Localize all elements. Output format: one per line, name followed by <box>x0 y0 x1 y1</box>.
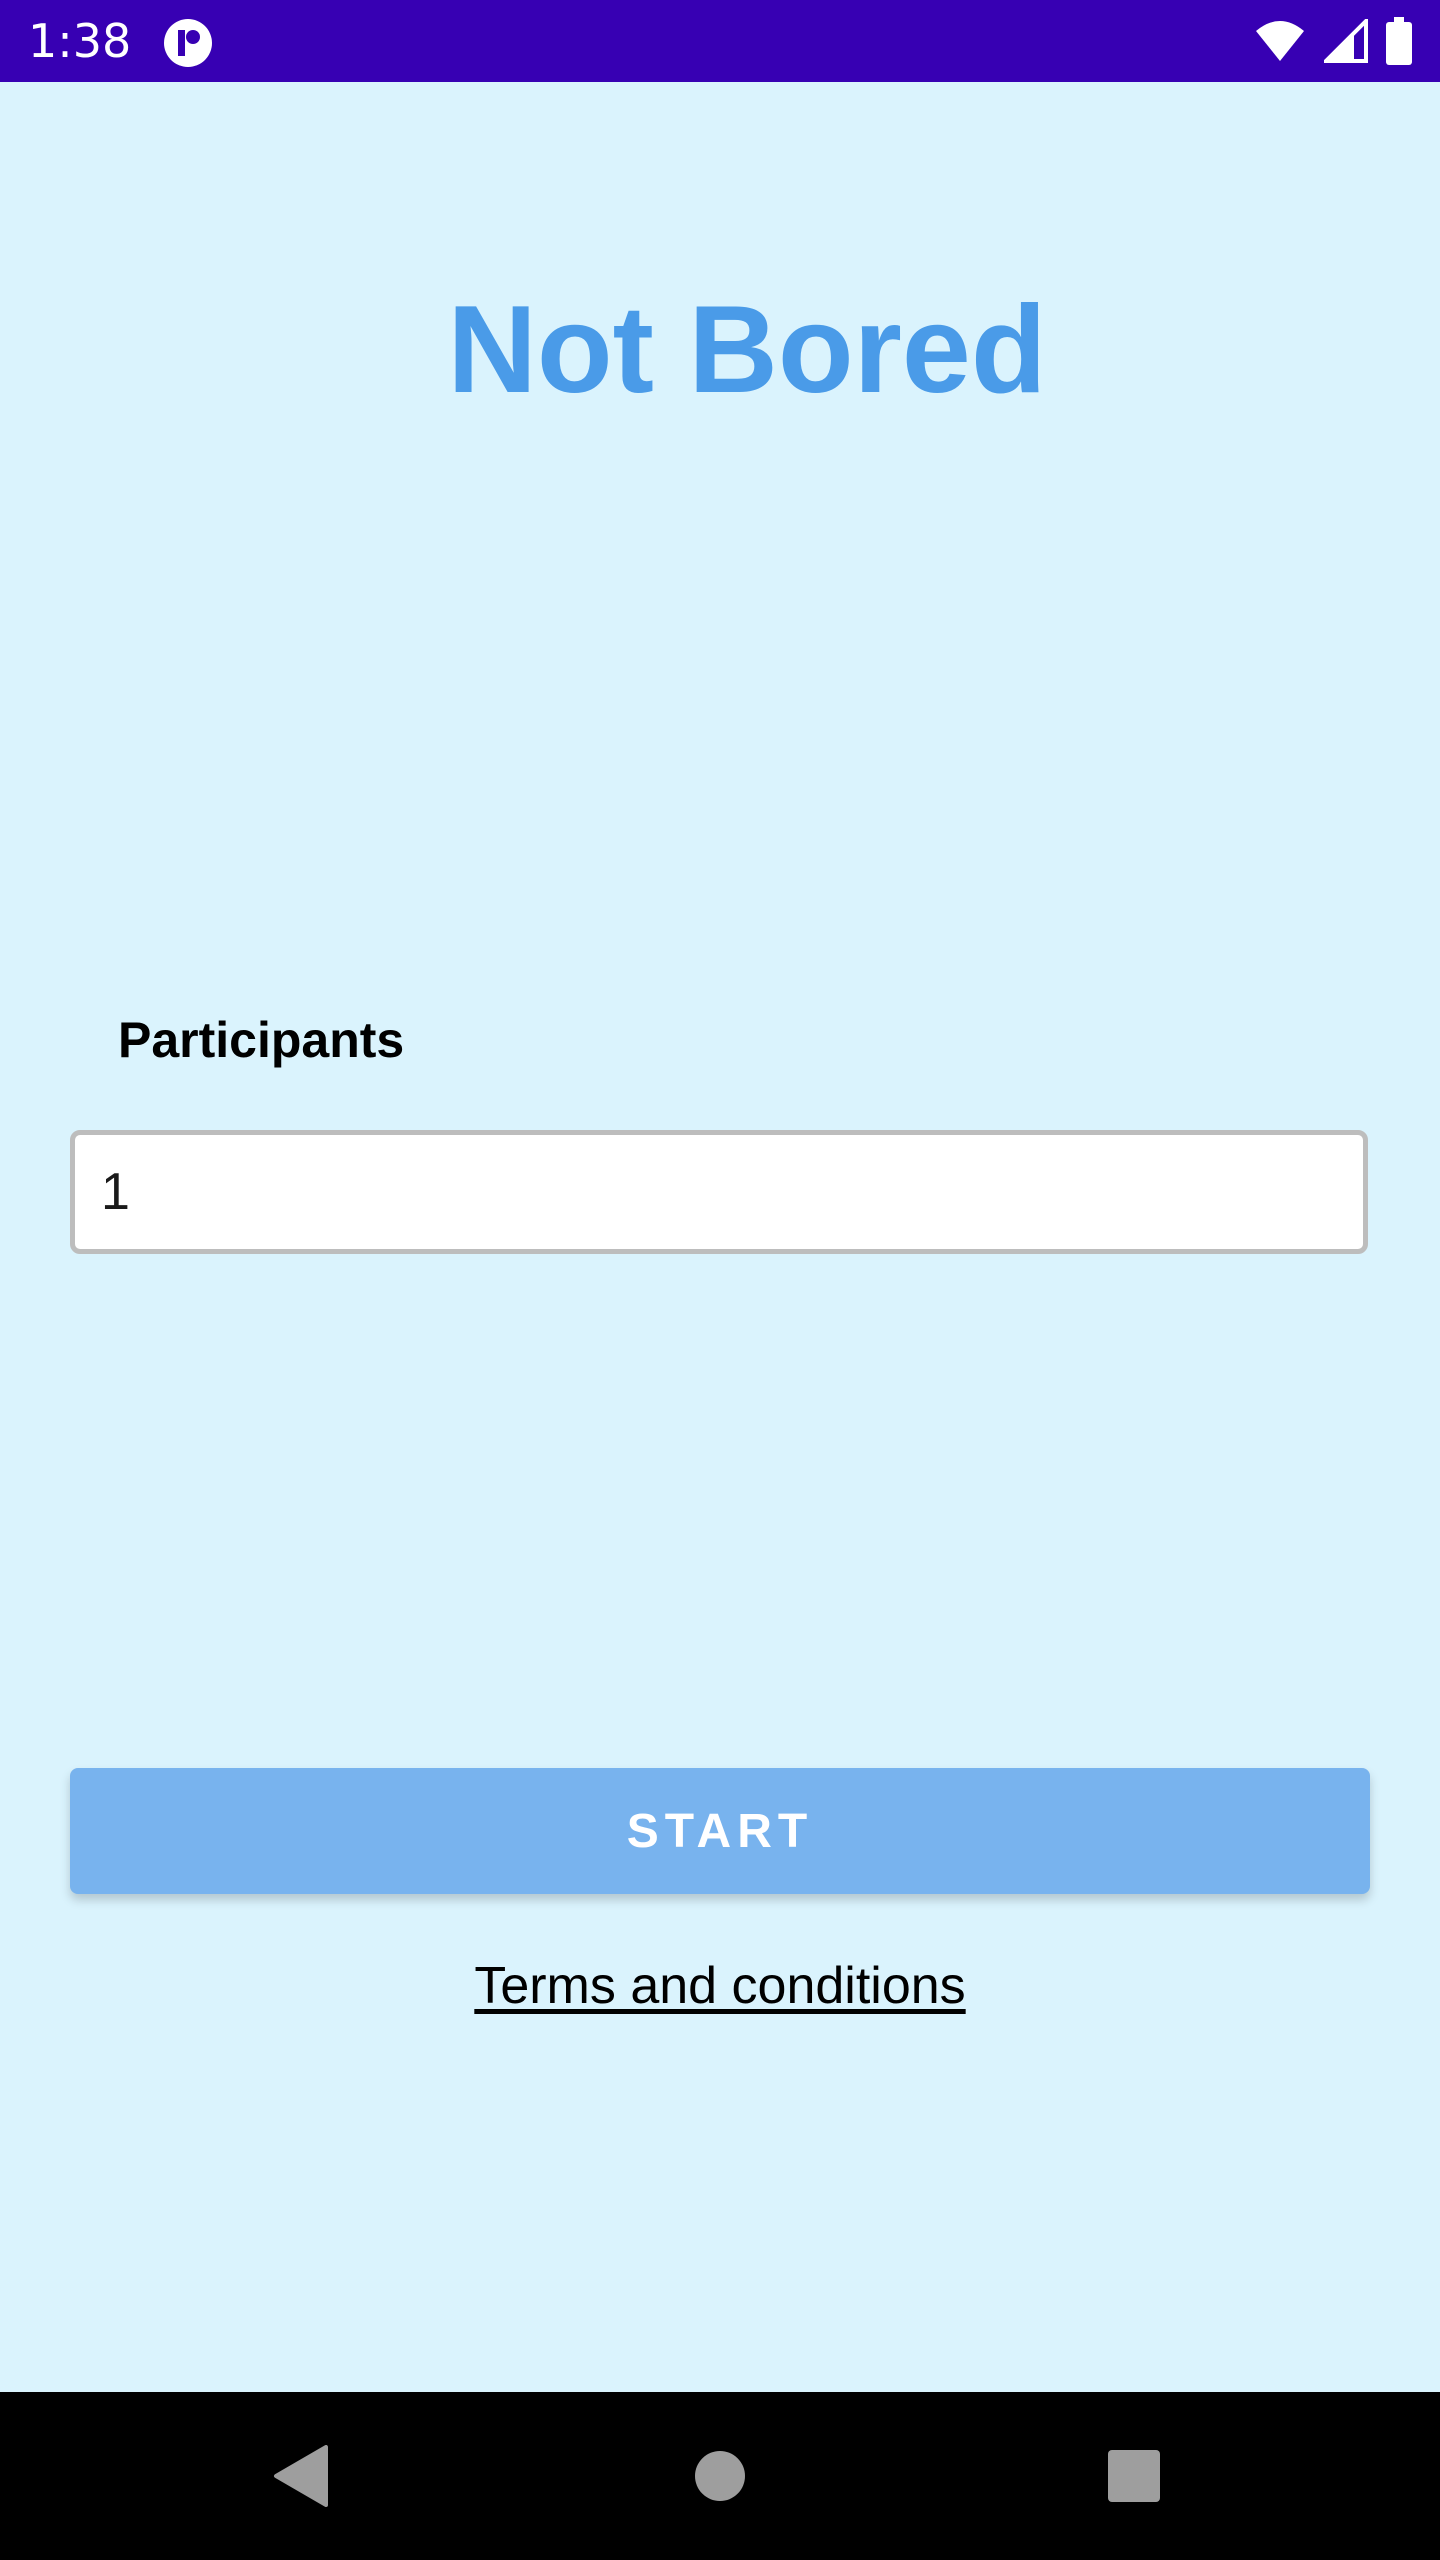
wifi-icon <box>1254 19 1306 67</box>
participants-input[interactable] <box>70 1130 1368 1254</box>
back-button[interactable] <box>240 2392 360 2560</box>
home-button[interactable] <box>660 2392 780 2560</box>
participants-label: Participants <box>118 1012 405 1068</box>
navigation-bar <box>0 2392 1440 2560</box>
recents-button[interactable] <box>1074 2392 1194 2560</box>
recents-icon <box>1108 2450 1160 2502</box>
back-icon <box>274 2445 328 2507</box>
start-button[interactable]: START <box>70 1768 1370 1894</box>
status-time: 1:38 <box>28 14 132 68</box>
home-icon <box>695 2451 745 2501</box>
status-icons <box>1254 16 1412 69</box>
app-notification-icon <box>163 18 213 68</box>
terms-container: Terms and conditions <box>0 1952 1440 2020</box>
cellular-signal-icon <box>1321 16 1368 67</box>
terms-and-conditions-link[interactable]: Terms and conditions <box>474 1957 965 2015</box>
app-title: Not Bored <box>447 281 1047 419</box>
battery-icon <box>1386 17 1412 69</box>
status-bar: 1:38 <box>0 0 1440 82</box>
